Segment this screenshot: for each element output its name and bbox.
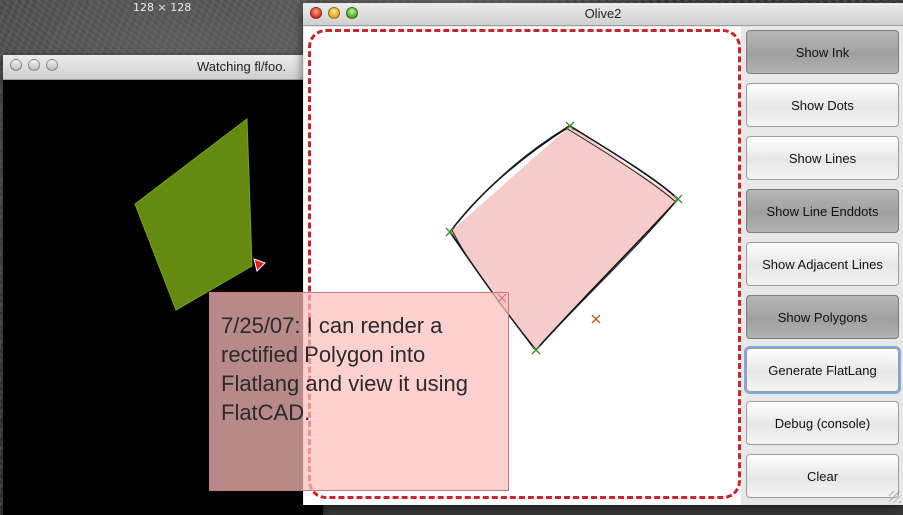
show-line-enddots-button[interactable]: Show Line Enddots xyxy=(746,189,899,233)
show-ink-button[interactable]: Show Ink xyxy=(746,30,899,74)
watching-window-title: Watching fl/foo. xyxy=(197,59,287,74)
show-adjacent-lines-button[interactable]: Show Adjacent Lines xyxy=(746,242,899,286)
watching-titlebar[interactable]: Watching fl/foo. xyxy=(3,55,323,80)
show-dots-button[interactable]: Show Dots xyxy=(746,83,899,127)
cursor-arrow-icon xyxy=(253,258,266,272)
close-icon[interactable] xyxy=(10,59,22,71)
rendered-polygon xyxy=(134,118,253,311)
olive2-titlebar[interactable]: Olive2 xyxy=(303,3,903,26)
generate-flatlang-button[interactable]: Generate FlatLang xyxy=(746,348,899,392)
debug-console-button[interactable]: Debug (console) xyxy=(746,401,899,445)
dimension-label: 128 × 128 xyxy=(133,1,192,14)
zoom-icon[interactable] xyxy=(346,7,358,19)
note-close-icon[interactable] xyxy=(497,293,507,303)
annotation-note: 7/25/07: I can render a rectified Polygo… xyxy=(209,292,509,491)
show-polygons-button[interactable]: Show Polygons xyxy=(746,295,899,339)
show-lines-button[interactable]: Show Lines xyxy=(746,136,899,180)
resize-grip-icon[interactable] xyxy=(889,491,901,503)
minimize-icon[interactable] xyxy=(328,7,340,19)
zoom-icon[interactable] xyxy=(46,59,58,71)
olive2-window-title: Olive2 xyxy=(584,6,622,21)
note-date: 7/25/07 xyxy=(221,313,295,338)
clear-button[interactable]: Clear xyxy=(746,454,899,498)
close-icon[interactable] xyxy=(310,7,322,19)
note-text: 7/25/07: I can render a rectified Polygo… xyxy=(221,311,506,427)
minimize-icon[interactable] xyxy=(28,59,40,71)
